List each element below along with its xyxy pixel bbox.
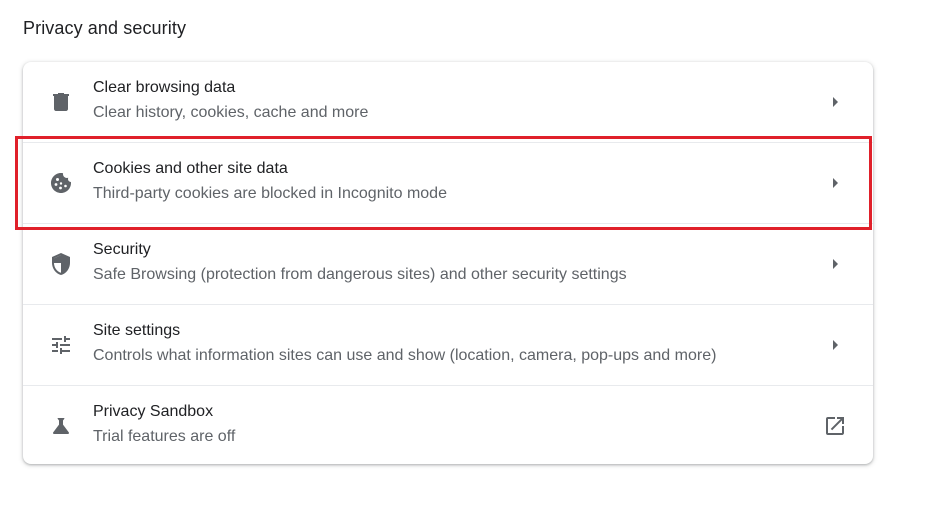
cookie-icon [49,171,73,195]
privacy-security-card: Clear browsing data Clear history, cooki… [23,62,873,464]
row-title: Security [93,241,151,258]
row-subtitle: Safe Browsing (protection from dangerous… [93,266,627,283]
row-title: Cookies and other site data [93,160,288,177]
site-settings-row[interactable]: Site settings Controls what information … [23,305,873,385]
row-title: Privacy Sandbox [93,403,214,420]
row-title: Clear browsing data [93,79,236,96]
row-subtitle: Controls what information sites can use … [93,347,717,364]
cookies-site-data-row[interactable]: Cookies and other site data Third-party … [23,143,873,223]
chevron-right-icon[interactable] [823,171,847,195]
chevron-right-icon[interactable] [823,252,847,276]
row-subtitle: Third-party cookies are blocked in Incog… [93,185,447,202]
row-subtitle: Trial features are off [93,428,236,445]
privacy-sandbox-row[interactable]: Privacy Sandbox Trial features are off [23,386,873,466]
settings-page: Privacy and security Clear browsing data… [0,0,935,512]
chevron-right-icon[interactable] [823,333,847,357]
section-title: Privacy and security [23,18,187,38]
tune-sliders-icon [49,333,73,357]
row-title: Site settings [93,322,181,339]
flask-icon [49,414,73,438]
shield-icon [49,252,73,276]
row-subtitle: Clear history, cookies, cache and more [93,104,369,121]
trash-icon [49,90,73,114]
clear-browsing-data-row[interactable]: Clear browsing data Clear history, cooki… [23,62,873,142]
chevron-right-icon[interactable] [823,90,847,114]
security-row[interactable]: Security Safe Browsing (protection from … [23,224,873,304]
open-in-new-icon[interactable] [823,414,847,438]
